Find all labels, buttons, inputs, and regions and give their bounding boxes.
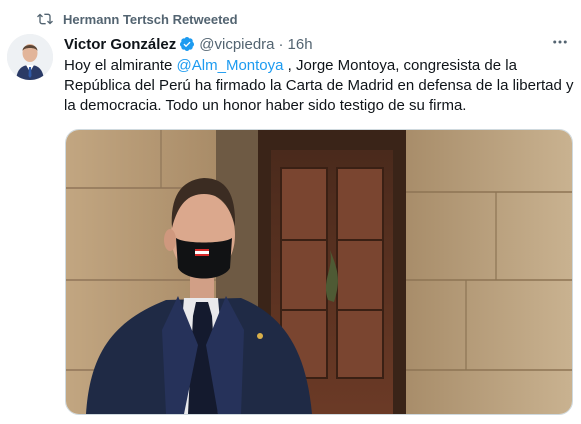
mention-link[interactable]: @Alm_Montoya [177,57,284,74]
more-options-button[interactable] [547,32,573,52]
tweet-timestamp[interactable]: 16h [288,36,313,53]
tweet-text-start: Hoy el almirante [64,57,177,74]
photo-image [66,130,572,414]
author-name[interactable]: Victor González [64,36,176,53]
author-handle[interactable]: @vicpiedra [199,36,274,53]
tweet[interactable]: Hermann Tertsch Retweeted Victor Gonzále… [0,0,581,424]
avatar-image [7,34,53,80]
more-options-icon [553,40,567,44]
verified-badge-icon [180,37,195,51]
retweet-icon [37,13,53,25]
tweet-photo[interactable] [65,129,573,415]
avatar[interactable] [7,34,53,80]
separator-dot: · [278,35,284,53]
retweet-text: Hermann Tertsch Retweeted [63,11,238,27]
tweet-header: Victor González @vicpiedra · 16h [64,34,571,54]
retweet-indicator[interactable]: Hermann Tertsch Retweeted [37,10,238,28]
tweet-text: Hoy el almirante @Alm_Montoya , Jorge Mo… [64,56,574,116]
